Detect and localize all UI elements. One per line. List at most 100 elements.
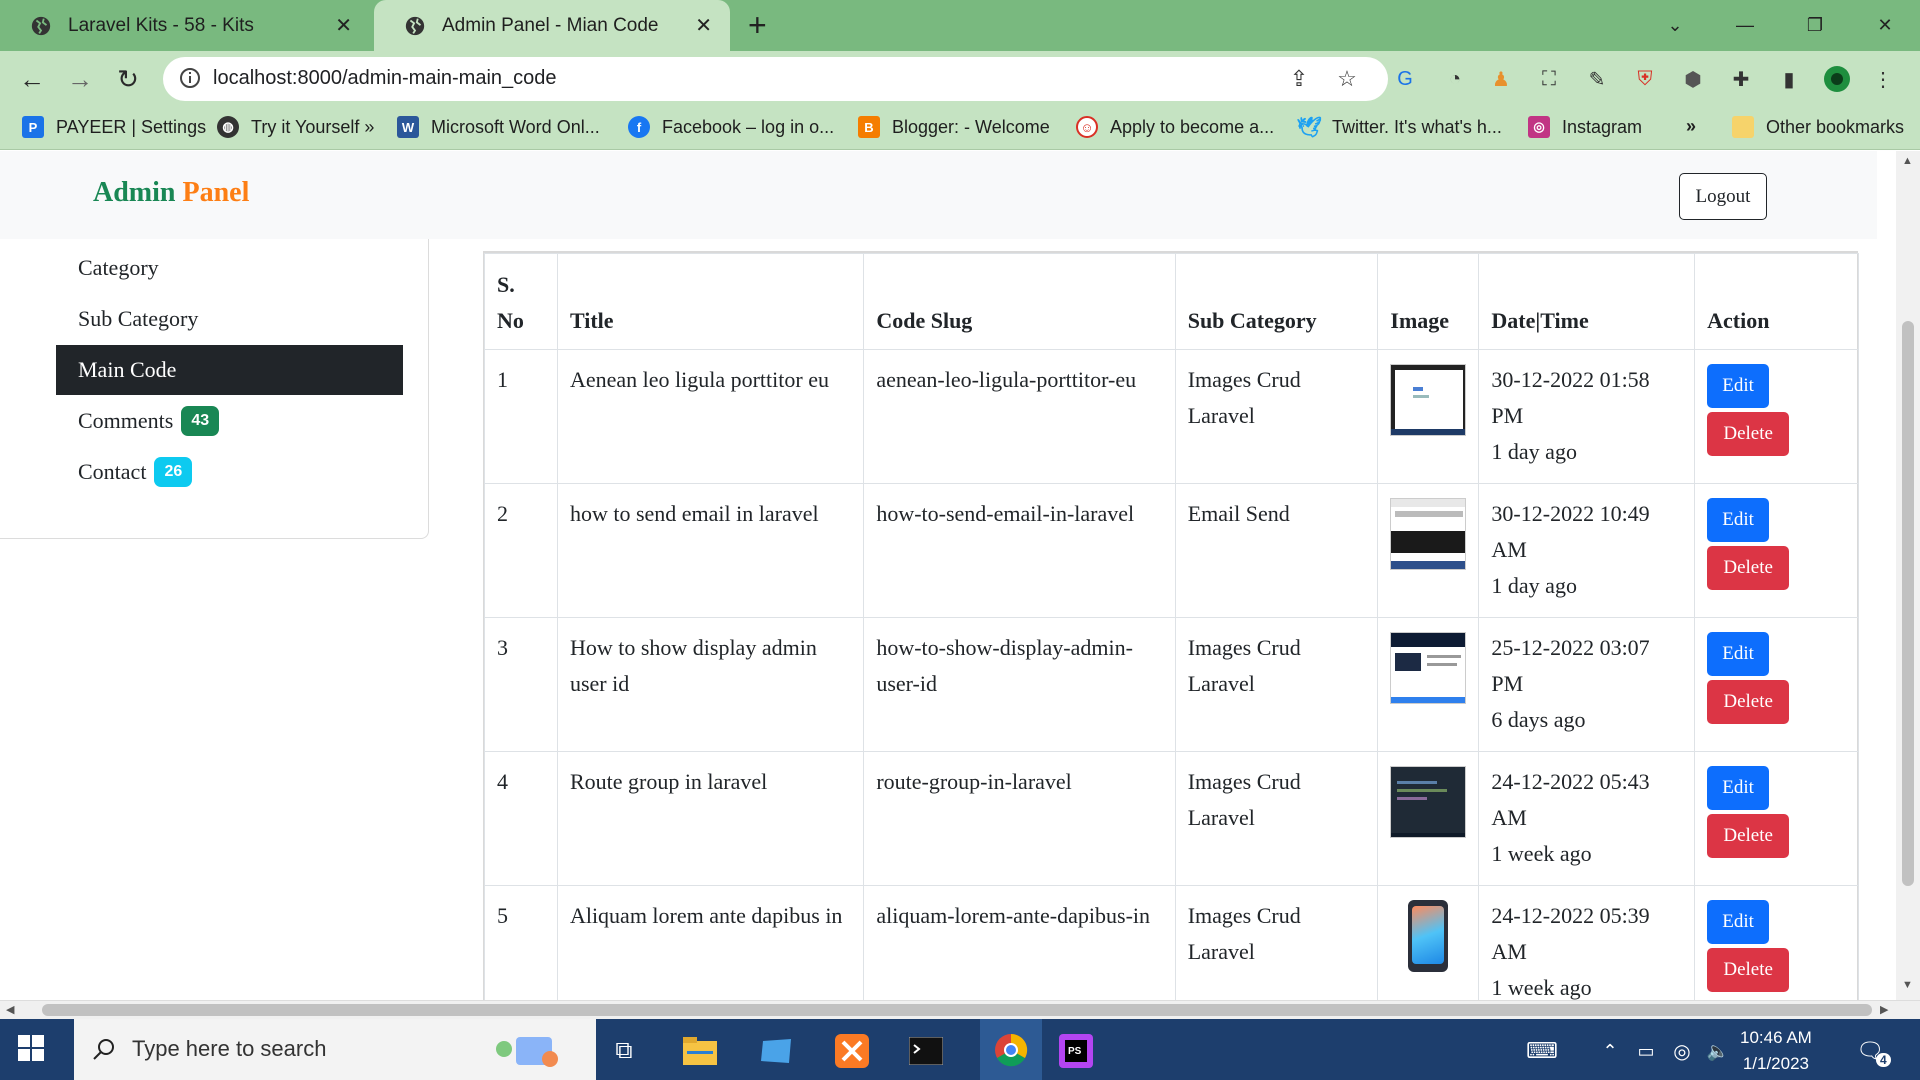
edit-button[interactable]: Edit [1707,900,1770,944]
cell-slug: how-to-show-display-admin-user-id [863,617,1176,752]
bookmark-twitter[interactable]: 🕊 Twitter. It's what's h... [1296,116,1502,139]
clock-time: 10:46 AM [1740,1028,1812,1047]
relative-time: 1 day ago [1491,573,1577,598]
scroll-down-icon[interactable]: ▼ [1902,979,1913,991]
bookmark-facebook[interactable]: f Facebook – log in o... [628,116,834,138]
chevron-up-icon[interactable]: ⌃ [1590,1031,1630,1071]
delete-button[interactable]: Delete [1707,680,1790,724]
chevron-down-icon[interactable]: ⌄ [1640,0,1710,51]
table-row: 2 how to send email in laravel how-to-se… [484,483,1859,618]
menu-icon[interactable]: ⋮ [1868,64,1898,94]
sidebar-item-label: Contact [78,459,147,484]
vertical-scrollbar[interactable]: ▲ ▼ [1896,151,1920,1000]
shield-icon[interactable]: ⛨ [1630,64,1660,94]
keyboard-icon[interactable]: ⌨ [1522,1031,1562,1071]
comments-count-badge: 43 [181,406,220,436]
reload-button[interactable]: ↻ [110,61,146,97]
bookmark-instagram[interactable]: ◎ Instagram [1528,116,1642,138]
scrollbar-thumb[interactable] [42,1004,1872,1016]
delete-button[interactable]: Delete [1707,546,1790,590]
speed-icon[interactable]: ◔ [1440,64,1470,94]
eyedropper-icon[interactable]: ✎ [1582,64,1612,94]
chrome-icon[interactable] [980,1019,1042,1080]
cell-sno: 1 [484,349,558,484]
extension-gear-icon[interactable]: ⬢ [1678,64,1708,94]
tab-laravel-kits[interactable]: Laravel Kits - 58 - Kits ✕ [0,0,370,51]
edit-button[interactable]: Edit [1707,766,1770,810]
puzzle-icon[interactable]: ✚ [1726,64,1756,94]
translate-icon[interactable]: G [1390,64,1420,94]
avatar[interactable] [1822,64,1852,94]
word-icon: W [397,116,419,138]
instagram-icon: ◎ [1528,116,1550,138]
star-icon[interactable]: ☆ [1333,65,1361,93]
delete-button[interactable]: Delete [1707,412,1790,456]
info-icon[interactable] [179,67,201,89]
edit-button[interactable]: Edit [1707,632,1770,676]
cell-title: how to send email in laravel [556,483,865,618]
battery-icon[interactable]: ▭ [1626,1031,1666,1071]
scroll-up-icon[interactable]: ▲ [1902,155,1913,167]
bookmark-try-it[interactable]: ◍ Try it Yourself » [217,116,374,138]
restore-button[interactable]: ❐ [1780,0,1850,51]
back-button[interactable]: ← [14,61,50,97]
network-globe-icon[interactable]: ◎ [1662,1031,1702,1071]
volume-icon[interactable]: 🔈 [1698,1031,1738,1071]
sidebar-item-main-code[interactable]: Main Code [56,345,403,395]
main-code-table: S. No Title Code Slug Sub Category Image… [484,253,1859,1000]
bookmarks-overflow-button[interactable]: » [1686,116,1696,137]
cell-slug: aliquam-lorem-ante-dapibus-in [863,885,1176,1000]
user-check-icon[interactable]: ♟ [1486,64,1516,94]
address-bar[interactable]: localhost:8000/admin-main-main_code ⇪ ☆ [163,57,1388,101]
bookmarks-bar: P PAYEER | Settings ◍ Try it Yourself » … [0,106,1920,150]
xampp-icon[interactable] [832,1031,872,1071]
close-icon[interactable]: ✕ [335,13,352,38]
table-header-row: S. No Title Code Slug Sub Category Image… [484,253,1859,350]
edit-button[interactable]: Edit [1707,364,1770,408]
file-explorer-icon[interactable] [680,1031,720,1071]
taskbar-search[interactable]: Type here to search [74,1019,596,1080]
delete-button[interactable]: Delete [1707,814,1790,858]
share-icon[interactable]: ⇪ [1285,65,1313,93]
bookmark-payeer[interactable]: P PAYEER | Settings [22,116,206,138]
scroll-left-icon[interactable]: ◀ [6,1003,14,1016]
search-icon [93,1039,114,1060]
other-bookmarks[interactable]: Other bookmarks [1732,116,1904,138]
phpstorm-icon[interactable]: PS [1056,1031,1096,1071]
scrollbar-thumb[interactable] [1902,321,1914,886]
row-thumbnail[interactable] [1390,766,1467,838]
close-icon[interactable]: ✕ [695,13,712,38]
minimize-button[interactable]: — [1710,0,1780,51]
horizontal-scrollbar[interactable]: ◀ ▶ [0,1000,1920,1019]
bookmark-reddit[interactable]: ☺ Apply to become a... [1076,116,1274,138]
close-window-button[interactable]: ✕ [1850,0,1920,51]
date-text: 24-12-2022 05:43 AM [1491,769,1650,830]
windows-start-icon[interactable] [18,1035,44,1061]
forward-button[interactable]: → [62,61,98,97]
sidebar-item-contact[interactable]: Contact 26 [56,447,403,497]
sidepanel-icon[interactable]: ▮ [1774,64,1804,94]
search-highlight-icon[interactable] [488,1029,568,1071]
sidebar-item-category[interactable]: Category [56,243,403,293]
row-thumbnail[interactable] [1390,364,1467,436]
bookmark-word[interactable]: W Microsoft Word Onl... [397,116,600,138]
scroll-right-icon[interactable]: ▶ [1880,1003,1888,1016]
terminal-icon[interactable] [906,1031,946,1071]
edit-button[interactable]: Edit [1707,498,1770,542]
sidebar-item-comments[interactable]: Comments 43 [56,396,403,446]
delete-button[interactable]: Delete [1707,948,1790,992]
app-window-icon[interactable] [756,1031,796,1071]
browser-tab-strip: Laravel Kits - 58 - Kits ✕ Admin Panel -… [0,0,1920,51]
bookmark-blogger[interactable]: B Blogger: - Welcome [858,116,1050,138]
tab-admin-panel[interactable]: Admin Panel - Mian Code ✕ [374,0,730,51]
row-thumbnail[interactable] [1390,498,1467,570]
brand-logo[interactable]: Admin Panel [93,177,249,209]
new-tab-button[interactable]: + [748,8,767,42]
row-thumbnail[interactable] [1390,900,1466,972]
system-clock[interactable]: 10:46 AM 1/1/2023 [1740,1025,1812,1077]
screenshot-icon[interactable]: ⛶ [1534,64,1564,94]
task-view-icon[interactable]: ⧉ [604,1031,644,1071]
logout-button[interactable]: Logout [1679,173,1767,220]
row-thumbnail[interactable] [1390,632,1467,704]
sidebar-item-sub-category[interactable]: Sub Category [56,294,403,344]
